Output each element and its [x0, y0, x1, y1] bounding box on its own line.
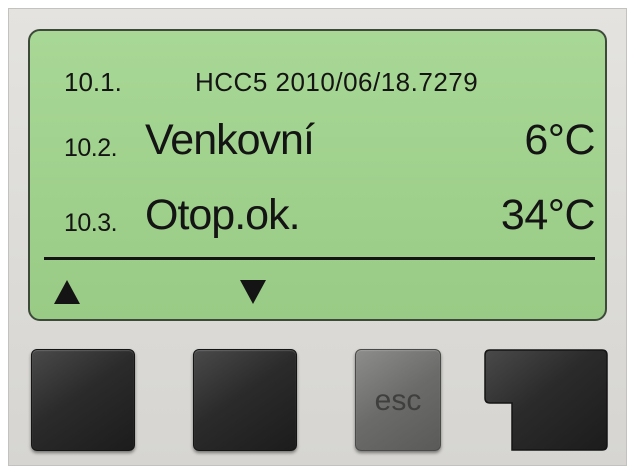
heating-circuit-label: Otop.ok. [145, 191, 301, 239]
device-info: HCC5 2010/06/18.7279 [195, 67, 479, 97]
outdoor-temperature-value: 6°C [524, 116, 595, 164]
display-divider [44, 257, 595, 260]
display-row-1: 10.1. HCC5 2010/06/18.7279 [30, 61, 605, 101]
down-button[interactable] [193, 349, 297, 451]
lcd-display: 10.1. HCC5 2010/06/18.7279 10.2. Venkovn… [28, 29, 607, 321]
esc-button-label: esc [374, 384, 422, 417]
display-row-3: 10.3. Otop.ok. 34°C [30, 191, 605, 247]
ok-button-shape [484, 349, 608, 451]
up-button[interactable] [31, 349, 135, 451]
row-number: 10.3. [64, 209, 118, 237]
ok-button[interactable] [484, 349, 608, 451]
esc-button[interactable]: esc [355, 349, 441, 451]
outdoor-label: Venkovní [145, 116, 315, 164]
controller-panel: 10.1. HCC5 2010/06/18.7279 10.2. Venkovn… [8, 8, 627, 466]
row-number: 10.1. [64, 67, 122, 97]
triangle-down-icon [240, 280, 266, 304]
display-row-2: 10.2. Venkovní 6°C [30, 116, 605, 172]
row-number: 10.2. [64, 134, 118, 162]
heating-circuit-temperature-value: 34°C [500, 191, 596, 239]
triangle-up-icon [54, 280, 80, 304]
